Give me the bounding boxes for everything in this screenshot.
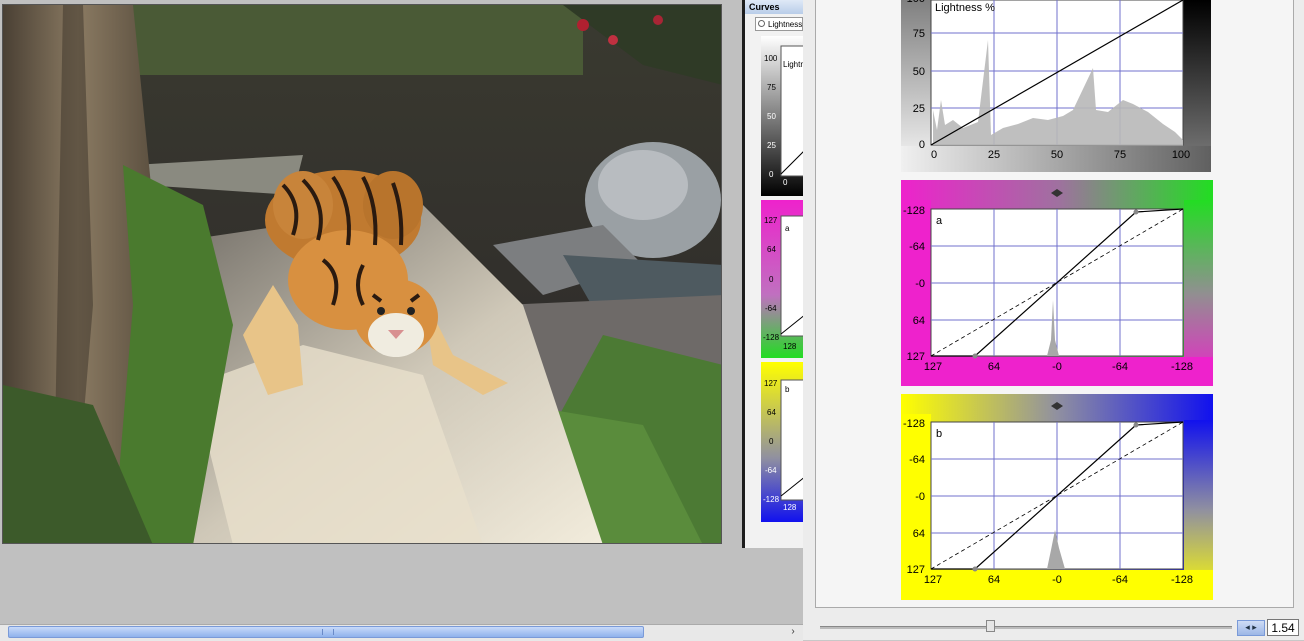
mini-a-bottom-tick: 128 (783, 342, 797, 351)
curves-dialog-lower-area (742, 548, 803, 624)
a-control-point[interactable] (1133, 209, 1139, 215)
lightness-x-tick: 75 (1114, 149, 1126, 161)
mini-b-tick: -128 (763, 495, 780, 504)
b-control-point[interactable] (1133, 422, 1139, 428)
lightness-y-tick: 0 (919, 139, 925, 151)
b-y-tick: -0 (915, 491, 925, 503)
scrollbar-grip-icon (322, 629, 334, 635)
lightness-graph-label: Lightness % (935, 2, 995, 14)
a-y-tick: -0 (915, 278, 925, 290)
a-y-tick: -64 (909, 241, 925, 253)
mini-l-tick: 0 (769, 170, 774, 179)
a-y-tick: 64 (913, 315, 925, 327)
curves-dialog-title: Curves (745, 0, 803, 14)
curves-dialog: Curves Lightness 100 75 50 25 0 0 Lightn… (742, 0, 803, 548)
b-curve-panel (901, 394, 1213, 600)
mini-b-tick: 64 (767, 408, 776, 417)
b-y-tick: 127 (907, 564, 925, 576)
curves-zoomed-graphs: Lightness % 100 75 50 25 0 0 25 50 75 10… (901, 0, 1213, 600)
mini-l-tick: 75 (767, 83, 776, 92)
a-x-tick: 127 (924, 361, 942, 373)
a-x-tick: 64 (988, 361, 1000, 373)
mini-a-graph[interactable] (780, 215, 803, 337)
lightness-y-tick: 25 (913, 103, 925, 115)
lightness-x-tick: 50 (1051, 149, 1063, 161)
mini-b-bottom-tick: 128 (783, 503, 797, 512)
mini-b-tick: -64 (765, 466, 777, 475)
tiger-photo-image (3, 5, 721, 543)
tab-lightness[interactable]: Lightness (755, 17, 803, 31)
a-x-tick: -0 (1052, 361, 1062, 373)
radio-icon (758, 20, 765, 27)
b-graph-label: b (936, 428, 942, 440)
zoom-slider-track[interactable] (820, 626, 1232, 629)
a-x-tick: -128 (1171, 361, 1193, 373)
tiger-photo[interactable] (2, 4, 722, 544)
a-y-tick: 127 (907, 351, 925, 363)
mini-l-label: Lightn (783, 60, 803, 69)
scroll-right-arrow-icon[interactable]: › (786, 625, 800, 639)
tab-lightness-label: Lightness (768, 20, 803, 29)
b-y-tick: 64 (913, 528, 925, 540)
mini-a-tick: 64 (767, 245, 776, 254)
lightness-x-tick: 100 (1172, 149, 1190, 161)
mini-a-tick: -128 (763, 333, 780, 342)
a-curve-panel (901, 180, 1213, 386)
curves-mini-graphs: 100 75 50 25 0 0 Lightn 127 64 0 -64 -12… (761, 36, 803, 522)
mini-b-label: b (785, 385, 790, 394)
b-x-tick: -64 (1112, 574, 1128, 586)
mini-b-graph[interactable] (780, 379, 803, 501)
a-y-tick: -128 (903, 205, 925, 217)
lightness-x-tick: 25 (988, 149, 1000, 161)
mini-l-x-tick: 0 (783, 178, 788, 187)
lightness-y-tick: 50 (913, 66, 925, 78)
mini-l-tick: 50 (767, 112, 776, 121)
zoom-slider-handle[interactable] (986, 620, 995, 632)
b-x-tick: 64 (988, 574, 1000, 586)
lightness-y-tick: 100 (907, 0, 925, 5)
lightness-curve-panel (901, 0, 1211, 172)
a-control-point[interactable] (972, 353, 978, 359)
zoom-value-field[interactable]: 1.54 (1267, 619, 1299, 636)
b-x-tick: -128 (1171, 574, 1193, 586)
mini-a-tick: 127 (764, 216, 778, 225)
b-control-point[interactable] (972, 566, 978, 572)
zoom-stepper-arrows-icon[interactable]: ◂ ▸ (1237, 620, 1265, 636)
mini-a-tick: 0 (769, 275, 774, 284)
mini-b-tick: 127 (764, 379, 778, 388)
mini-l-tick: 25 (767, 141, 776, 150)
mini-a-tick: -64 (765, 304, 777, 313)
lightness-y-tick: 75 (913, 28, 925, 40)
lightness-x-tick: 0 (931, 149, 937, 161)
b-y-tick: -128 (903, 418, 925, 430)
b-x-tick: -0 (1052, 574, 1062, 586)
mini-a-label: a (785, 224, 790, 233)
a-graph-label: a (936, 215, 943, 227)
a-x-tick: -64 (1112, 361, 1128, 373)
mini-l-tick: 100 (764, 54, 778, 63)
b-x-tick: 127 (924, 574, 942, 586)
b-y-tick: -64 (909, 454, 925, 466)
mini-b-tick: 0 (769, 437, 774, 446)
